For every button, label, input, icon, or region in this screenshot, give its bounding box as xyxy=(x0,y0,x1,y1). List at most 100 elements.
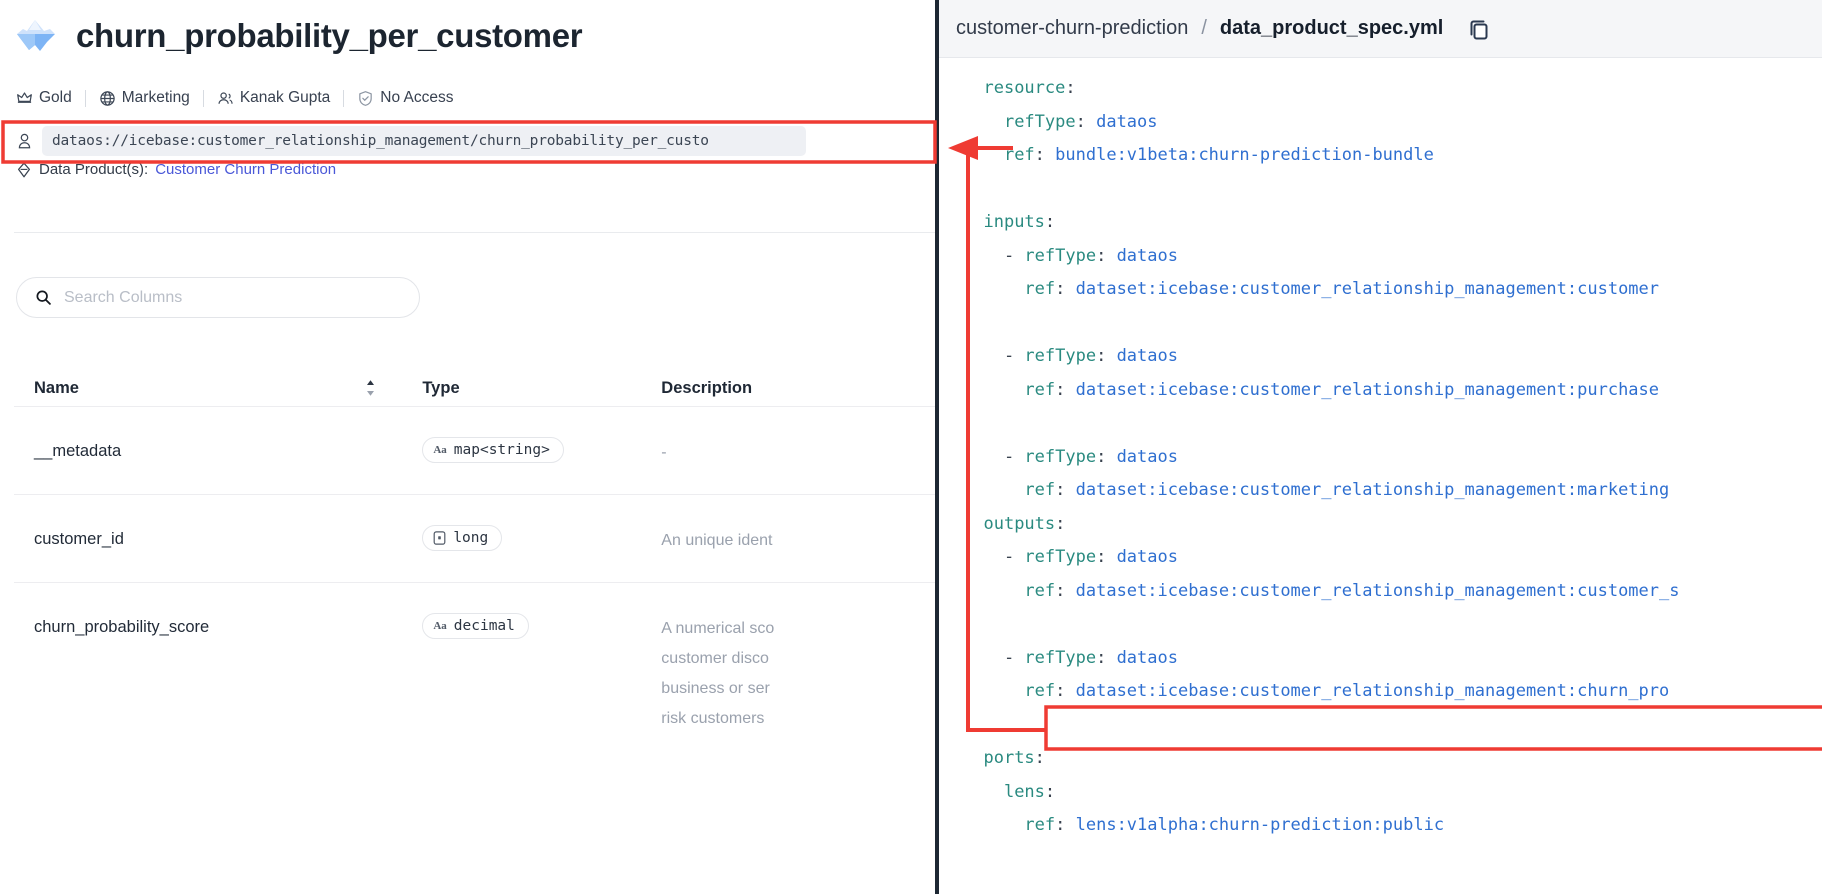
yaml-value: lens:v1alpha:churn-prediction:public xyxy=(1065,815,1445,835)
yaml-key: resource xyxy=(983,78,1066,98)
yaml-value: dataos xyxy=(1106,547,1178,567)
data-product-label: Data Product(s): xyxy=(39,161,149,178)
column-header-type: Type xyxy=(422,378,460,397)
type-chip: long xyxy=(422,525,503,551)
yaml-line: ref: bundle:v1beta:churn-prediction-bund… xyxy=(1003,145,1434,165)
cell-column-type: Aa map<string> xyxy=(422,433,661,463)
yaml-key: ref xyxy=(1024,815,1056,835)
yaml-line: ref: dataset:icebase:customer_relationsh… xyxy=(1024,379,1660,400)
text-glyph-icon: Aa xyxy=(433,444,447,456)
yaml-line: - refType: dataos xyxy=(963,245,1178,266)
data-product-row: Data Product(s): Customer Churn Predicti… xyxy=(16,161,336,178)
dataset-uri-field[interactable]: dataos://icebase:customer_relationship_m… xyxy=(42,126,806,156)
table-row[interactable]: __metadata Aa map<string> - xyxy=(14,406,960,494)
yaml-line: - refType: dataos xyxy=(963,547,1178,567)
yaml-line: - refType: dataos xyxy=(963,446,1178,467)
column-header-name[interactable]: Name xyxy=(34,379,422,398)
yaml-key: refType xyxy=(1003,111,1076,132)
type-chip-label: long xyxy=(453,530,489,546)
yaml-value: dataos xyxy=(1085,111,1158,132)
page-title: churn_probability_per_customer xyxy=(76,16,583,54)
yaml-line: ref: lens:v1alpha:churn-prediction:publi… xyxy=(1024,815,1445,835)
yaml-line: lens: xyxy=(1003,781,1056,802)
meta-label-owner: Kanak Gupta xyxy=(239,89,331,106)
yaml-key: ports xyxy=(983,748,1035,768)
cell-column-type: Aa decimal xyxy=(422,609,661,639)
screen-root: churn_probability_per_customer Gold Mark… xyxy=(0,0,1822,894)
meta-item-owner[interactable]: Kanak Gupta xyxy=(217,89,330,107)
crown-icon xyxy=(17,91,32,103)
section-divider xyxy=(14,232,960,233)
yaml-value: dataset:icebase:customer_relationship_ma… xyxy=(1065,279,1660,299)
globe-icon xyxy=(100,90,115,106)
cell-column-type: long xyxy=(422,521,661,551)
yaml-key: lens xyxy=(1003,781,1045,802)
yaml-line: - refType: dataos xyxy=(963,346,1178,366)
yaml-code-block[interactable]: resource: refType: dataos ref: bundle:v1… xyxy=(939,58,1822,843)
yaml-value: dataset:icebase:customer_relationship_ma… xyxy=(1065,480,1670,500)
yaml-line xyxy=(939,709,1822,743)
breadcrumb-file: data_product_spec.yml xyxy=(1219,17,1444,39)
meta-label-access: No Access xyxy=(380,89,454,106)
yaml-value: dataset:icebase:customer_relationship_ma… xyxy=(1065,681,1670,701)
yaml-line: resource: xyxy=(983,78,1076,98)
yaml-line: ports: xyxy=(983,748,1045,768)
sort-icon[interactable] xyxy=(365,379,376,397)
yaml-line: inputs: xyxy=(983,212,1056,232)
yaml-line: ref: dataset:icebase:customer_relationsh… xyxy=(1024,480,1670,500)
cell-column-name: __metadata xyxy=(34,442,122,460)
breadcrumb-separator: / xyxy=(1201,17,1207,39)
yaml-line: ref: dataset:icebase:customer_relationsh… xyxy=(1024,580,1680,601)
yaml-value: dataos xyxy=(1106,245,1178,266)
yaml-key: ref xyxy=(1024,681,1056,701)
cell-column-description: An unique ident xyxy=(661,532,773,549)
meta-label-tier: Gold xyxy=(39,89,72,106)
yaml-key: ref xyxy=(1024,480,1056,500)
search-icon xyxy=(36,290,51,305)
text-glyph-icon: Aa xyxy=(433,620,447,632)
yaml-line: outputs: xyxy=(983,513,1066,534)
meta-item-tier[interactable]: Gold xyxy=(16,89,72,107)
yaml-line xyxy=(939,407,1822,441)
columns-table: Name Type Description __metadata Aa map<… xyxy=(14,370,960,760)
meta-divider xyxy=(202,89,204,107)
column-header-description: Description xyxy=(661,378,753,397)
type-chip-label: map<string> xyxy=(453,442,550,458)
yaml-line: refType: dataos xyxy=(1003,111,1158,132)
page-header: churn_probability_per_customer xyxy=(14,16,583,54)
cell-column-name: customer_id xyxy=(34,530,124,548)
yaml-line: ref: dataset:icebase:customer_relationsh… xyxy=(1024,279,1660,299)
data-product-link[interactable]: Customer Churn Prediction xyxy=(155,161,336,178)
dataset-meta-row: Gold Marketing Kanak Gupta No Access xyxy=(16,89,454,107)
yaml-key: ref xyxy=(1024,580,1056,601)
table-row[interactable]: customer_id long An unique ident xyxy=(14,494,960,582)
meta-divider xyxy=(84,89,86,107)
dataset-uri-row: dataos://icebase:customer_relationship_m… xyxy=(16,126,806,156)
search-columns-box[interactable]: Search Columns xyxy=(16,277,420,318)
yaml-key: refType xyxy=(1024,245,1097,266)
yaml-value: dataos xyxy=(1106,446,1178,467)
yaml-viewer-panel: customer-churn-prediction / data_product… xyxy=(935,0,1822,894)
yaml-value: bundle:v1beta:churn-prediction-bundle xyxy=(1044,145,1434,165)
yaml-key: refType xyxy=(1024,547,1097,567)
diamond-icon xyxy=(17,162,31,177)
table-header-row: Name Type Description xyxy=(14,370,960,406)
type-chip-label: decimal xyxy=(453,618,515,634)
breadcrumb-repo[interactable]: customer-churn-prediction xyxy=(956,17,1188,40)
cell-column-description: A numerical sco customer disco business … xyxy=(661,620,775,727)
yaml-line xyxy=(939,608,1822,642)
copy-icon[interactable] xyxy=(1467,17,1491,41)
meta-item-domain[interactable]: Marketing xyxy=(99,89,190,107)
meta-item-access[interactable]: No Access xyxy=(357,89,454,107)
yaml-value: dataset:icebase:customer_relationship_ma… xyxy=(1065,379,1660,400)
table-row[interactable]: churn_probability_score Aa decimal A num… xyxy=(14,582,960,760)
yaml-key: inputs xyxy=(983,212,1045,232)
yaml-key: ref xyxy=(1024,379,1056,400)
yaml-key: ref xyxy=(1003,145,1035,165)
dataset-uri-value: dataos://icebase:customer_relationship_m… xyxy=(52,133,709,149)
yaml-line xyxy=(939,307,1822,341)
search-input-placeholder: Search Columns xyxy=(64,288,183,306)
number-glyph-icon xyxy=(433,531,446,545)
yaml-key: ref xyxy=(1024,279,1056,299)
yaml-value: dataset:icebase:customer_relationship_ma… xyxy=(1065,580,1680,601)
